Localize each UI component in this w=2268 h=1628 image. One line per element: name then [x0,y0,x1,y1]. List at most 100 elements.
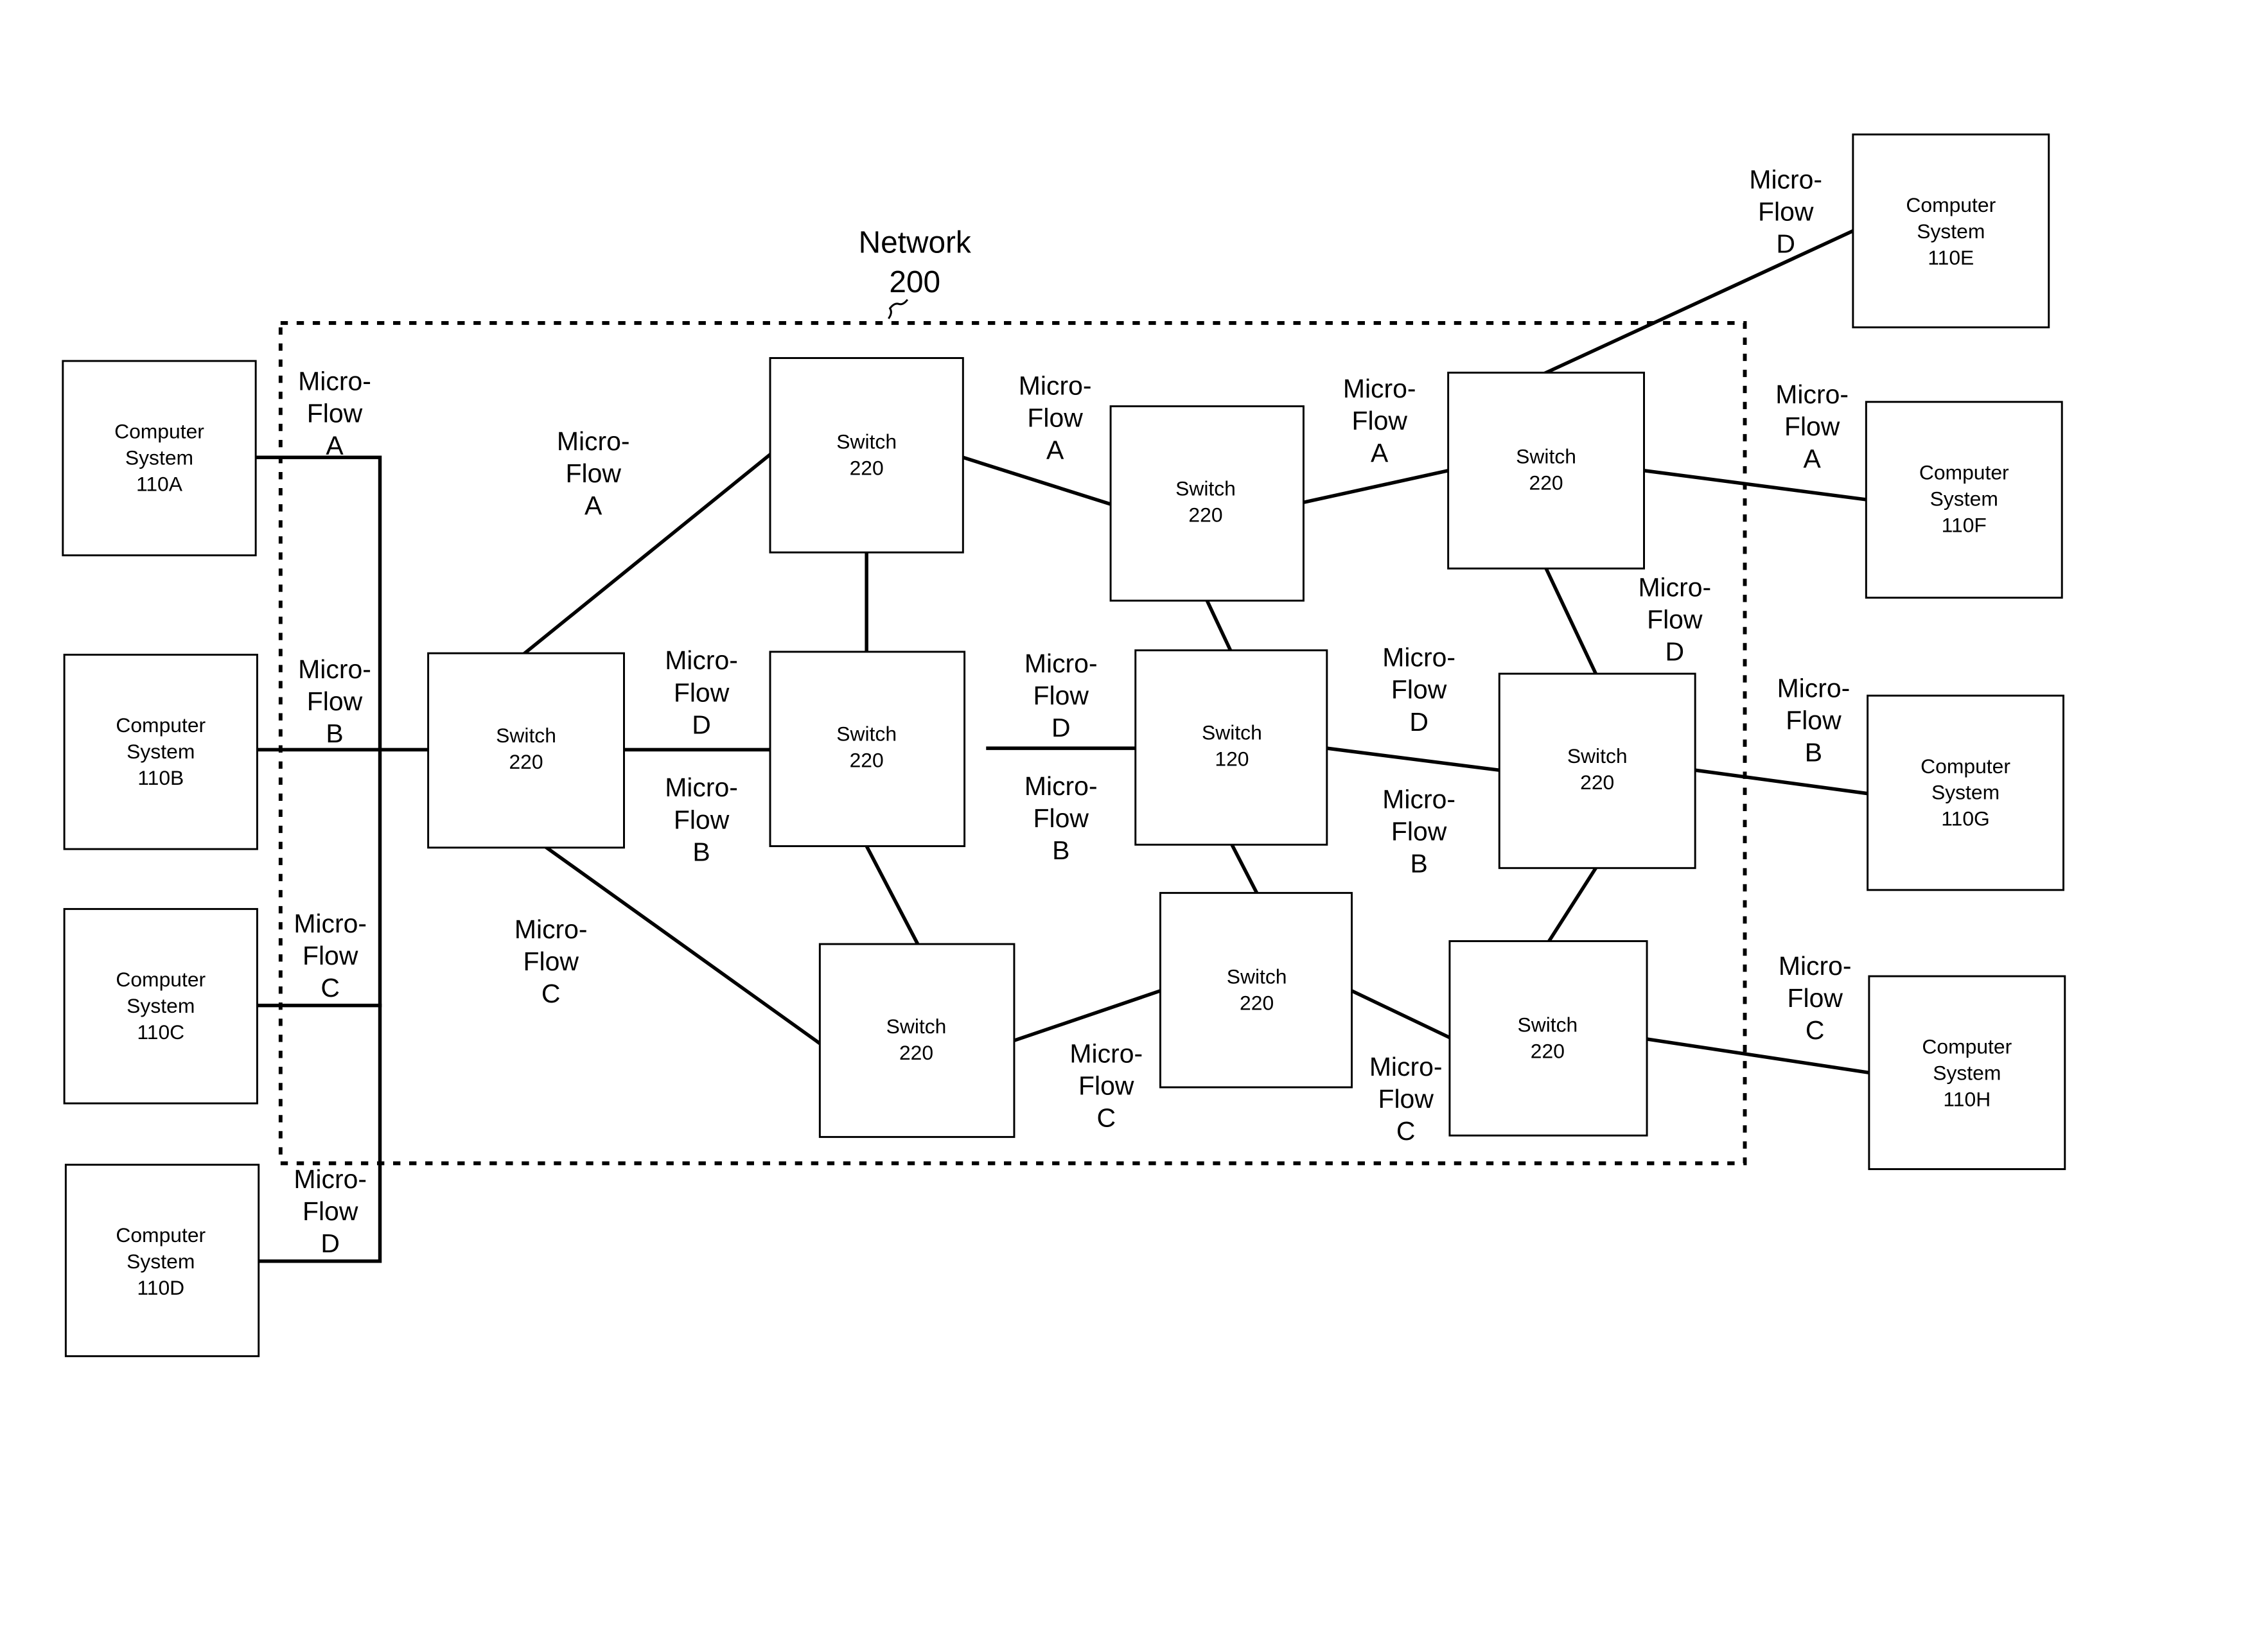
flow-label-110a: Micro- Flow A [298,367,371,460]
svg-text:A: A [1046,435,1064,465]
flow-label-110f: Micro- Flow A [1775,380,1849,473]
link-mid1-bot1 [864,843,920,947]
flow-label-left-top1: Micro- Flow A [557,426,630,520]
svg-text:Micro-: Micro- [557,426,630,456]
svg-text:Flow: Flow [307,399,363,428]
link-top3-110e [1543,228,1856,375]
svg-text:Flow: Flow [1033,681,1089,710]
computer-system-110h[interactable]: Computer System 110H [1868,975,2066,1170]
computer-system-110g[interactable]: Computer System 110G [1867,694,2064,891]
flow-label-mid1-center-b: Micro- Flow B [1024,771,1098,865]
svg-text:Micro-: Micro- [294,1164,367,1194]
svg-text:D: D [1776,229,1795,259]
link-center-mid3 [1324,746,1502,773]
svg-text:System: System [1917,220,1985,243]
svg-text:Computer: Computer [1921,755,2010,778]
svg-text:System: System [1931,781,2000,804]
flow-label-center-mid3-d: Micro- Flow D [1382,643,1455,737]
link-left-bot1 [544,845,823,1046]
flow-label-left-mid1-d: Micro- Flow D [665,645,738,739]
flow-label-110g: Micro- Flow B [1777,673,1850,767]
svg-text:Micro-: Micro- [1369,1052,1443,1081]
svg-text:System: System [1933,1062,2001,1085]
svg-text:110H: 110H [1943,1088,1991,1111]
svg-text:Micro-: Micro- [665,773,738,802]
svg-text:Computer: Computer [1906,193,1996,216]
svg-text:Micro-: Micro- [1343,374,1416,403]
svg-text:Computer: Computer [1922,1035,2012,1058]
svg-text:Flow: Flow [1027,403,1083,432]
switch-center-120[interactable]: Switch 120 [1134,649,1328,846]
svg-text:220: 220 [1580,771,1614,794]
link-left-top1 [522,451,773,656]
computer-system-110b[interactable]: Computer System 110B [63,653,258,850]
svg-text:120: 120 [1215,747,1249,770]
svg-text:Micro-: Micro- [298,654,371,684]
svg-text:D: D [692,710,711,739]
svg-text:Flow: Flow [674,678,730,707]
svg-text:Micro-: Micro- [1382,643,1455,672]
svg-text:C: C [1096,1103,1116,1132]
svg-text:Micro-: Micro- [1749,165,1822,195]
svg-text:Micro-: Micro- [298,367,371,396]
svg-text:Flow: Flow [1391,816,1447,846]
svg-text:System: System [125,446,193,469]
svg-text:A: A [585,491,602,520]
switch-top-2[interactable]: Switch 220 [1109,405,1305,602]
svg-text:Computer: Computer [1919,460,2009,484]
svg-text:Flow: Flow [1033,803,1089,833]
svg-text:110G: 110G [1941,807,1990,830]
computer-system-110a[interactable]: Computer System 110A [62,360,257,557]
switch-top-3[interactable]: Switch 220 [1447,371,1645,570]
svg-text:Switch: Switch [836,722,897,746]
svg-text:Flow: Flow [674,805,730,834]
link-top1-top2 [960,455,1113,507]
svg-text:Flow: Flow [303,941,358,970]
svg-text:Micro-: Micro- [1775,380,1849,409]
flow-label-110d: Micro- Flow D [294,1164,367,1258]
svg-text:B: B [1805,738,1822,767]
computer-system-110d[interactable]: Computer System 110D [64,1164,260,1358]
svg-text:System: System [127,740,195,763]
flow-label-110c: Micro- Flow C [294,909,367,1002]
svg-text:220: 220 [899,1041,933,1064]
computer-system-110e[interactable]: Computer System 110E [1852,133,2050,329]
network-label-number: 200 [889,265,940,299]
svg-text:Switch: Switch [1517,1013,1578,1037]
svg-text:220: 220 [850,457,884,480]
svg-text:System: System [127,1250,195,1273]
flow-label-mid1-center-d: Micro- Flow D [1024,649,1098,742]
svg-text:220: 220 [1240,991,1274,1014]
switch-mid-3[interactable]: Switch 220 [1498,672,1696,870]
svg-text:D: D [1051,713,1071,742]
svg-text:Switch: Switch [886,1015,947,1038]
svg-text:Micro-: Micro- [1638,572,1711,602]
svg-text:110A: 110A [136,473,183,496]
svg-text:C: C [321,973,340,1002]
svg-text:Computer: Computer [116,1223,206,1247]
svg-text:220: 220 [1188,503,1222,526]
svg-text:Flow: Flow [1078,1071,1134,1100]
svg-text:Flow: Flow [1784,412,1840,441]
flow-label-110e: Micro- Flow D [1749,165,1822,259]
switch-top-1[interactable]: Switch 220 [769,357,964,554]
switch-bot-2[interactable]: Switch 220 [1159,891,1353,1089]
switch-bot-3[interactable]: Switch 220 [1448,940,1648,1137]
switch-mid-1[interactable]: Switch 220 [769,651,966,848]
flow-label-110h: Micro- Flow C [1779,951,1852,1045]
svg-text:Flow: Flow [1647,604,1703,634]
switch-bot-1[interactable]: Switch 220 [818,943,1015,1138]
svg-text:Flow: Flow [1378,1084,1434,1114]
flow-label-center-mid3-b: Micro- Flow B [1382,784,1455,878]
svg-text:System: System [127,994,195,1017]
link-bot3-110h [1644,1037,1871,1075]
switch-left[interactable]: Switch 220 [427,652,625,849]
svg-text:Micro-: Micro- [1069,1038,1143,1068]
svg-text:Micro-: Micro- [1382,784,1455,814]
svg-text:Switch: Switch [1516,444,1576,468]
svg-text:Switch: Switch [1567,744,1628,767]
computer-system-110c[interactable]: Computer System 110C [63,907,258,1105]
flow-label-top1-top2: Micro- Flow A [1019,371,1092,464]
computer-system-110f[interactable]: Computer System 110F [1865,401,2063,599]
svg-text:Micro-: Micro- [294,909,367,938]
